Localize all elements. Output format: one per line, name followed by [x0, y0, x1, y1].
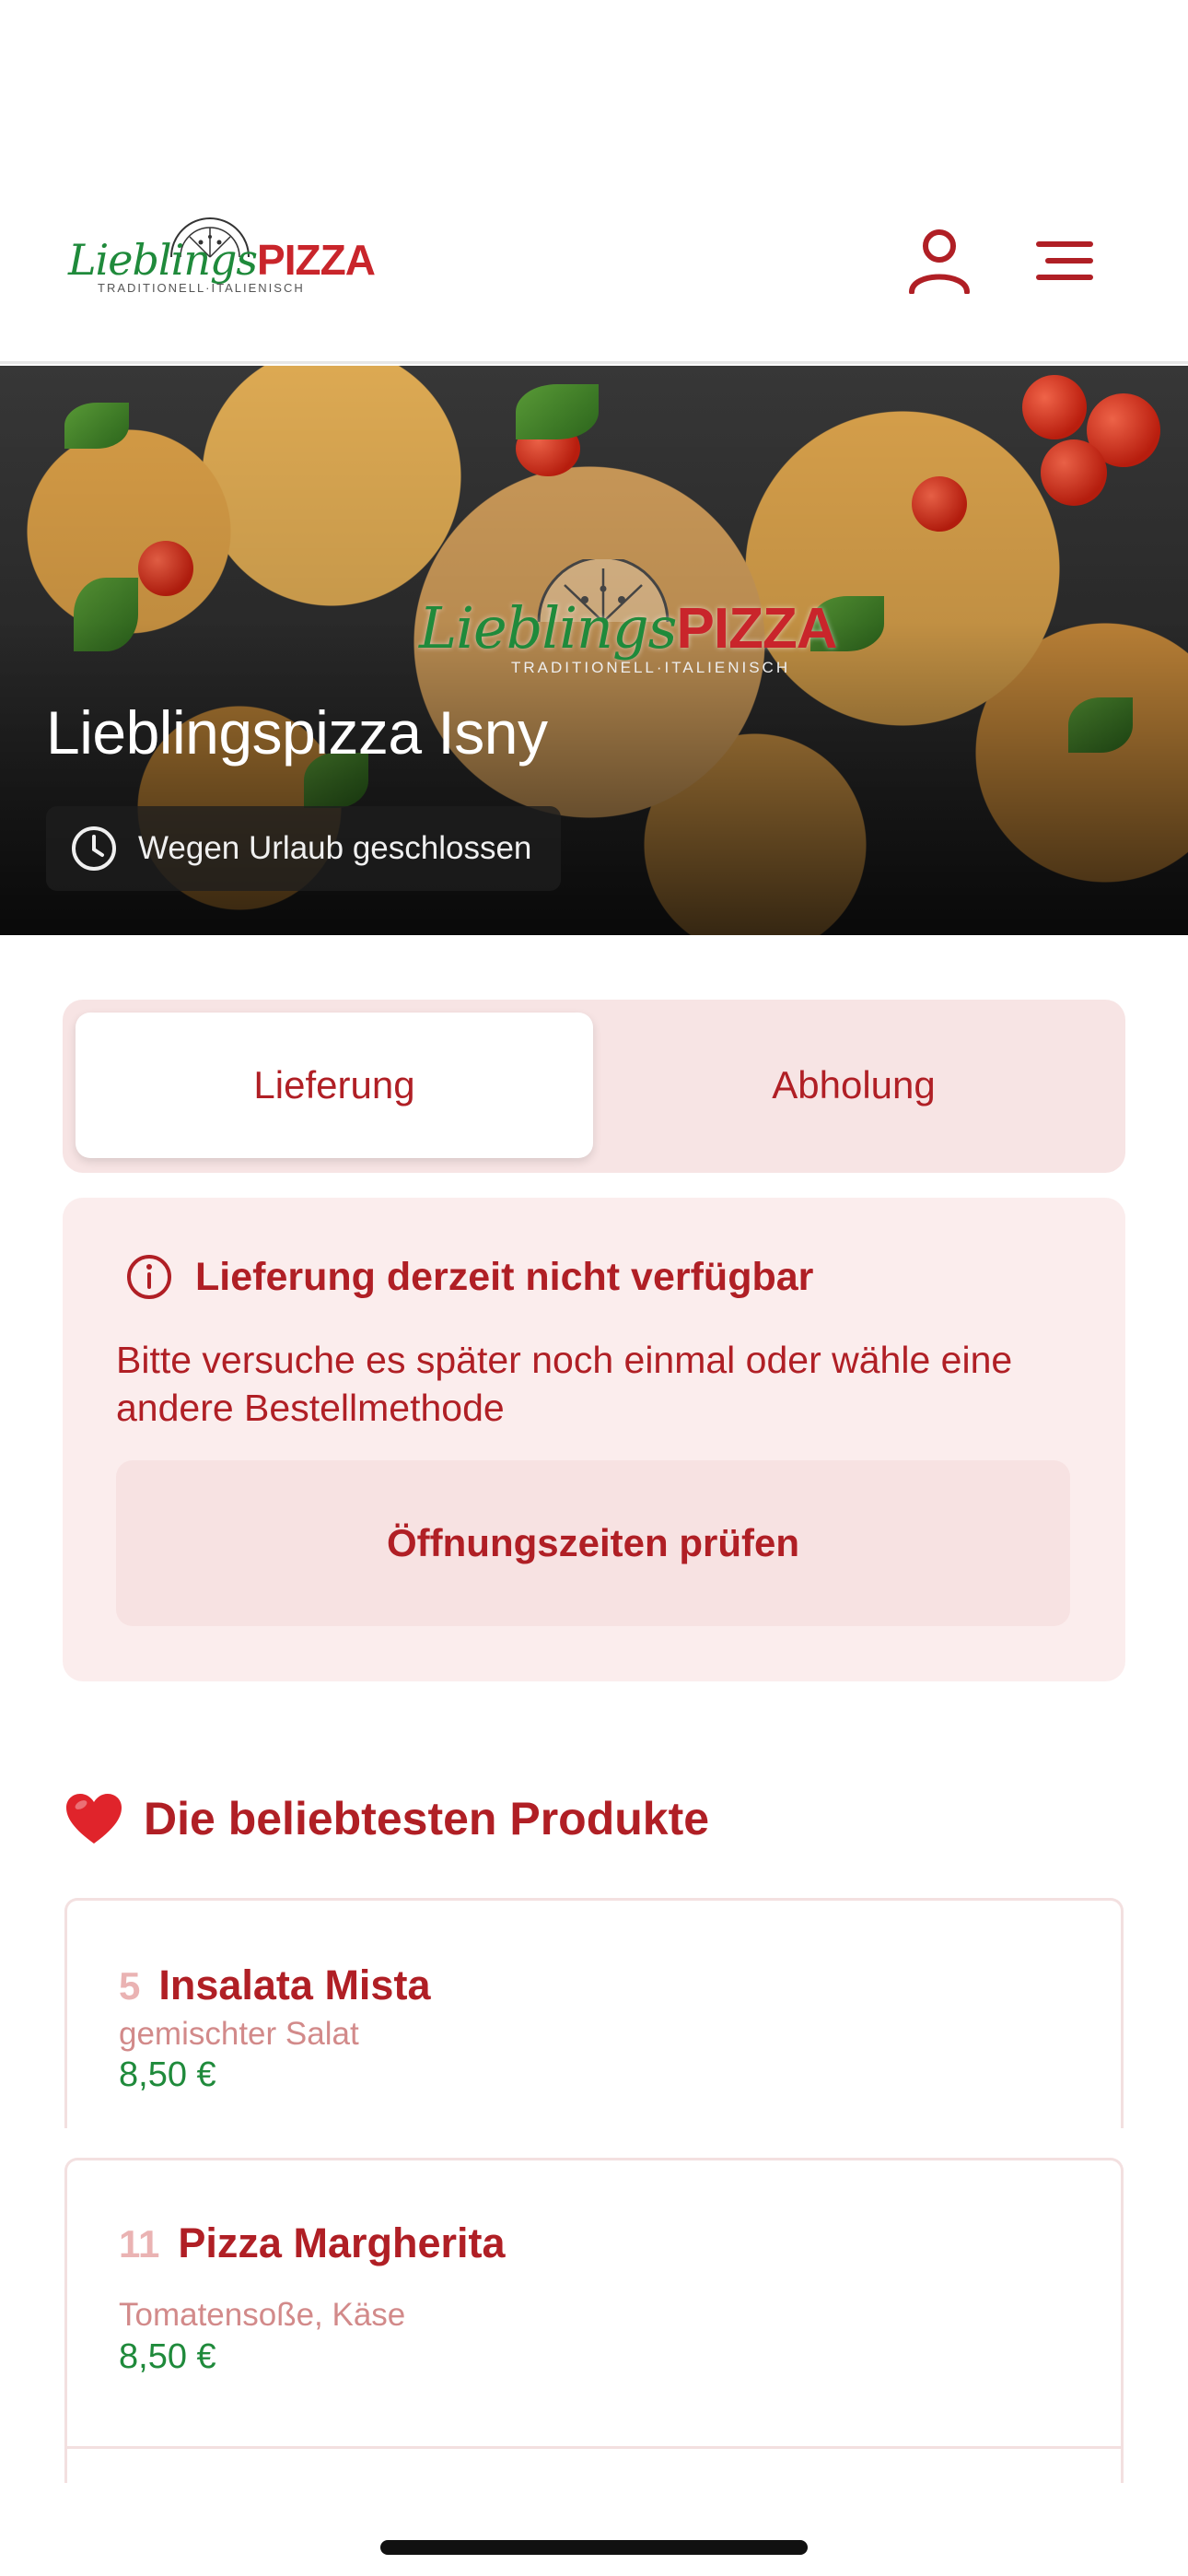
product-card[interactable]: 11 Pizza Margherita Tomatensoße, Käse 8,…	[64, 2158, 1124, 2480]
hero-logo: LieblingsPIZZA TRADITIONELL·ITALIENISCH	[419, 559, 838, 676]
product-card[interactable]: 5 Insalata Mista gemischter Salat 8,50 €	[64, 1898, 1124, 2128]
product-card[interactable]	[64, 2446, 1124, 2483]
product-number: 5	[119, 1964, 141, 2008]
product-price: 8,50 €	[119, 2337, 216, 2376]
notice-body: Bitte versuche es später noch einmal ode…	[116, 1339, 1013, 1429]
app-header: LieblingsPIZZA TRADITIONELL·ITALIENISCH	[0, 0, 1188, 364]
logo-wordmark: LieblingsPIZZA	[68, 235, 376, 285]
product-name: Pizza Margherita	[178, 2219, 506, 2266]
product-name-row: 11 Pizza Margherita	[119, 2219, 506, 2267]
product-description: gemischter Salat	[119, 2016, 359, 2052]
tab-delivery[interactable]: Lieferung	[76, 1013, 593, 1158]
closed-status-badge: Wegen Urlaub geschlossen	[46, 806, 562, 891]
menu-icon	[1036, 241, 1093, 280]
account-button[interactable]	[898, 219, 981, 302]
logo-tagline: TRADITIONELL·ITALIENISCH	[98, 281, 305, 295]
check-opening-hours-button[interactable]: Öffnungszeiten prüfen	[116, 1460, 1070, 1626]
order-mode-toggle: Lieferung Abholung	[63, 1000, 1125, 1173]
restaurant-hero: LieblingsPIZZA TRADITIONELL·ITALIENISCH …	[0, 366, 1188, 935]
home-indicator	[380, 2540, 808, 2555]
product-price: 8,50 €	[119, 2055, 216, 2094]
restaurant-name: Lieblingspizza Isny	[46, 698, 548, 767]
heart-icon	[66, 1794, 122, 1844]
popular-products-heading: Die beliebtesten Produkte	[64, 1792, 709, 1845]
notice-header: Lieferung derzeit nicht verfügbar	[125, 1253, 813, 1301]
clock-icon	[72, 826, 116, 871]
user-icon	[909, 229, 970, 294]
section-title: Die beliebtesten Produkte	[144, 1793, 710, 1844]
menu-button[interactable]	[1022, 219, 1105, 302]
hero-logo-tagline: TRADITIONELL·ITALIENISCH	[511, 659, 791, 676]
brand-logo[interactable]: LieblingsPIZZA TRADITIONELL·ITALIENISCH	[64, 207, 376, 309]
status-text: Wegen Urlaub geschlossen	[138, 830, 532, 866]
hero-logo-wordmark: LieblingsPIZZA	[419, 594, 838, 662]
notice-title: Lieferung derzeit nicht verfügbar	[195, 1254, 814, 1299]
product-name-row: 5 Insalata Mista	[119, 1961, 430, 2009]
delivery-unavailable-notice: Lieferung derzeit nicht verfügbar Bitte …	[63, 1198, 1125, 1681]
tab-pickup[interactable]: Abholung	[595, 1013, 1112, 1158]
product-description: Tomatensoße, Käse	[119, 2297, 406, 2333]
product-name: Insalata Mista	[158, 1961, 431, 2008]
product-number: 11	[119, 2222, 160, 2266]
info-icon	[127, 1255, 171, 1299]
